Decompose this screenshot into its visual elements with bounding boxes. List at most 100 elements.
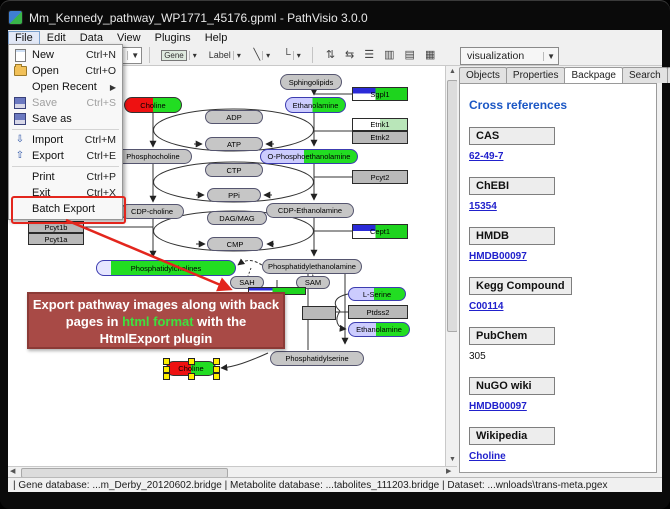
node-choline-top[interactable]: Choline (124, 97, 182, 113)
scroll-up-icon[interactable]: ▲ (449, 67, 456, 77)
cross-reference-sections: CAS62-49-7ChEBI15354HMDBHMDB00097Kegg Co… (469, 127, 656, 462)
tab-properties[interactable]: Properties (506, 67, 566, 83)
distribute-horizontal-icon[interactable]: ▥ (384, 50, 394, 61)
xref-section-pubchem: PubChem305 (469, 327, 656, 362)
node-label: Cept1 (370, 227, 390, 236)
node-pcyt1a[interactable]: Pcyt1a (28, 233, 84, 245)
menu-data[interactable]: Data (73, 31, 110, 45)
new-line-button[interactable]: ╲ ▾ (249, 46, 275, 64)
node-cdp-choline[interactable]: CDP-choline (120, 204, 184, 219)
file-menu-item-import[interactable]: ⇩ImportCtrl+M (9, 132, 122, 148)
node-ethanolamine-bottom[interactable]: Ethanolamine (348, 322, 410, 337)
tab-legend[interactable]: Legend (667, 67, 670, 83)
scroll-right-icon[interactable]: ▶ (446, 467, 451, 477)
node-adp[interactable]: ADP (205, 110, 263, 124)
xref-link[interactable]: 62-49-7 (469, 151, 503, 162)
scroll-left-icon[interactable]: ◀ (10, 467, 15, 477)
selection-handle[interactable] (163, 358, 170, 365)
node-sphingolipids[interactable]: Sphingolipids (280, 74, 342, 90)
node-ctp[interactable]: CTP (205, 163, 263, 177)
node-phosphatidylserine[interactable]: Phosphatidylserine (270, 351, 364, 366)
node-ptdss-box[interactable] (302, 306, 336, 320)
menu-file[interactable]: File (8, 31, 40, 45)
node-label: ATP (227, 140, 241, 149)
node-l-serine[interactable]: L-Serine (348, 287, 406, 301)
connector-tool-icon: └ (283, 50, 291, 61)
node-phosphocholine[interactable]: Phosphocholine (114, 149, 192, 164)
xref-link[interactable]: 15354 (469, 201, 497, 212)
xref-link[interactable]: Choline (469, 451, 506, 462)
selection-handle[interactable] (188, 358, 195, 365)
menu-item-label: Save (32, 97, 82, 109)
node-pcyt2[interactable]: Pcyt2 (352, 170, 408, 184)
node-label: Ptdss2 (367, 308, 390, 317)
node-phosphatidylcholines[interactable]: Phosphatidylcholines (96, 260, 236, 276)
menu-help[interactable]: Help (198, 31, 235, 45)
selection-handle[interactable] (213, 366, 220, 373)
file-menu-item-print[interactable]: PrintCtrl+P (9, 169, 122, 185)
title-bar[interactable]: Mm_Kennedy_pathway_WP1771_45176.gpml - P… (8, 5, 662, 30)
batch-export-highlight-box (11, 196, 126, 224)
new-document-icon (13, 49, 27, 61)
menu-view[interactable]: View (110, 31, 148, 45)
chevron-down-icon: ▾ (293, 51, 301, 60)
tab-search[interactable]: Search (622, 67, 668, 83)
open-folder-icon (13, 65, 27, 77)
distribute-vertical-icon[interactable]: ☰ (364, 50, 374, 61)
scroll-down-icon[interactable]: ▼ (449, 455, 456, 465)
toolbar-separator (312, 47, 313, 63)
tab-objects[interactable]: Objects (459, 67, 507, 83)
file-menu-item-open-recent[interactable]: Open Recent▶ (9, 79, 122, 95)
node-label: CMP (227, 240, 244, 249)
xref-section-value: 62-49-7 (469, 151, 656, 162)
selection-handle[interactable] (163, 366, 170, 373)
menu-edit[interactable]: Edit (40, 31, 73, 45)
node-label: Choline (178, 364, 203, 373)
node-ptdss2[interactable]: Ptdss2 (348, 305, 408, 319)
menu-plugins[interactable]: Plugins (148, 31, 198, 45)
label-tool-icon: Label (209, 50, 231, 60)
callout-line2: pages in html format with the (29, 313, 283, 330)
node-etnk2[interactable]: Etnk2 (352, 131, 408, 144)
selection-handle[interactable] (213, 373, 220, 380)
node-phosphatidylethanolamine[interactable]: Phosphatidylethanolamine (262, 259, 362, 274)
tab-backpage[interactable]: Backpage (564, 67, 622, 83)
node-label: Sphingolipids (289, 78, 334, 87)
xref-section-value: 15354 (469, 201, 656, 212)
node-cdp-ethanolamine[interactable]: CDP-Ethanolamine (266, 203, 354, 218)
node-cmp[interactable]: CMP (207, 237, 263, 251)
xref-section-value: 305 (469, 351, 656, 362)
node-label: Sgpl1 (370, 90, 389, 99)
menu-item-shortcut: Ctrl+S (87, 97, 118, 109)
node-o-phosphoethanolamine[interactable]: O-Phosphoethanolamine (260, 149, 358, 164)
node-ppi[interactable]: PPi (207, 188, 261, 202)
new-label-button[interactable]: Label ▾ (205, 46, 245, 64)
selection-handle[interactable] (163, 373, 170, 380)
align-center-x-icon[interactable]: ⇅ (326, 50, 335, 61)
new-connector-button[interactable]: └ ▾ (279, 46, 305, 64)
stack-vertical-icon[interactable]: ▤ (405, 50, 415, 61)
node-cept1[interactable]: Cept1 (352, 224, 408, 239)
new-datanode-button[interactable]: Gene ▾ (157, 46, 201, 64)
node-etnk1[interactable]: Etnk1 (352, 118, 408, 131)
file-menu-item-new[interactable]: NewCtrl+N (9, 47, 122, 63)
xref-link[interactable]: C00114 (469, 301, 503, 312)
node-dag-mag[interactable]: DAG/MAG (207, 211, 267, 225)
node-sgpl1[interactable]: Sgpl1 (352, 87, 408, 101)
selection-handle[interactable] (213, 358, 220, 365)
xref-link[interactable]: HMDB00097 (469, 401, 527, 412)
node-label: Ethanolamine (293, 101, 339, 110)
file-menu-item-save-as[interactable]: Save as (9, 111, 122, 127)
file-menu-item-export[interactable]: ⇧ExportCtrl+E (9, 148, 122, 164)
backpage-panel[interactable]: Cross references CAS62-49-7ChEBI15354HMD… (459, 83, 657, 473)
selection-handle[interactable] (188, 373, 195, 380)
node-atp[interactable]: ATP (205, 137, 263, 151)
save-icon (13, 97, 27, 109)
xref-link[interactable]: HMDB00097 (469, 251, 527, 262)
visualization-combobox[interactable]: visualization ▼ (460, 47, 559, 65)
stack-horizontal-icon[interactable]: ▦ (425, 50, 435, 61)
menu-item-shortcut: Ctrl+N (86, 49, 118, 61)
file-menu-item-open[interactable]: OpenCtrl+O (9, 63, 122, 79)
node-ethanolamine-top[interactable]: Ethanolamine (285, 97, 346, 113)
align-center-y-icon[interactable]: ⇆ (345, 50, 354, 61)
